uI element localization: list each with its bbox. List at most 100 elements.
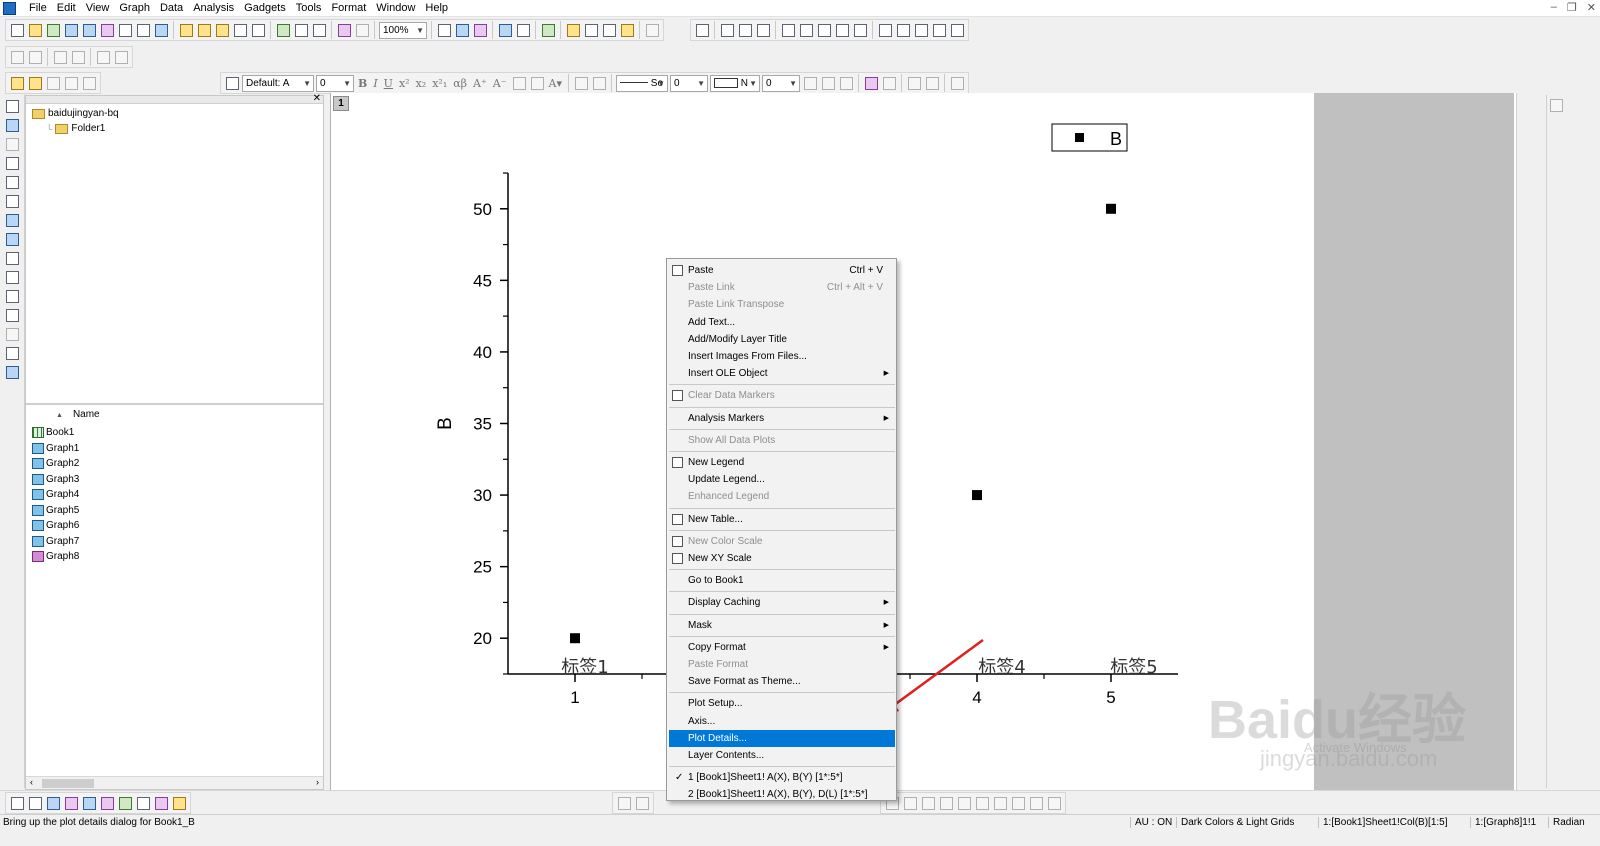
move-right-end-icon[interactable] (70, 49, 86, 65)
dock-toggle-icon[interactable] (1548, 97, 1564, 113)
add-layer-icon[interactable] (719, 22, 735, 38)
save-project-icon[interactable] (232, 22, 248, 38)
list-item-graph7[interactable]: Graph7 (32, 534, 79, 550)
import-wizard-icon[interactable] (275, 22, 291, 38)
new-table-icon[interactable] (949, 22, 965, 38)
list-item-graph2[interactable]: Graph2 (32, 456, 79, 472)
area-plot-icon[interactable] (117, 795, 133, 811)
supersub-button[interactable]: x²₁ (430, 77, 449, 90)
new-project-icon[interactable] (9, 22, 25, 38)
data-selector-icon[interactable] (4, 193, 20, 209)
column-plot-icon[interactable] (63, 795, 79, 811)
tree-root[interactable]: baidujingyan-bq (32, 108, 119, 119)
explorer-splitter[interactable] (26, 403, 323, 405)
zoom-combo[interactable]: 100% ▼ (379, 21, 427, 39)
rescale-icon[interactable] (694, 22, 710, 38)
list-item-graph4[interactable]: Graph4 (32, 487, 79, 503)
bring-front-icon[interactable] (956, 795, 972, 811)
send-back-icon[interactable] (974, 795, 990, 811)
menu-window[interactable]: Window (371, 2, 420, 15)
unmask-icon[interactable] (881, 75, 897, 91)
menu-graph[interactable]: Graph (114, 2, 155, 15)
mask-icon[interactable] (863, 75, 879, 91)
move-right-icon[interactable] (52, 49, 68, 65)
add-top-x-icon[interactable] (798, 22, 814, 38)
regional-data-selector-icon[interactable] (4, 231, 20, 247)
font-color-button[interactable]: A▾ (547, 77, 564, 90)
menu-item-2-book1-sheet1-a-x-b-y-d-l-1-5[interactable]: 2 [Book1]Sheet1! A(X), B(Y), D(L) [1*:5*… (669, 786, 895, 803)
rectangle-tool-icon[interactable] (4, 326, 20, 342)
fill-color-icon[interactable] (573, 75, 589, 91)
decrease-font-button[interactable]: A⁻ (491, 77, 509, 90)
insert-graph-icon[interactable] (4, 364, 20, 380)
script-window-icon[interactable] (583, 22, 599, 38)
menu-item-plot-details[interactable]: Plot Details... (669, 729, 895, 747)
list-item-graph1[interactable]: Graph1 (32, 441, 79, 457)
print-icon[interactable] (436, 22, 452, 38)
set-as-z-icon[interactable] (63, 75, 79, 91)
add-bottom-x-icon[interactable] (780, 22, 796, 38)
zoom-in-icon[interactable] (4, 117, 20, 133)
align-top-icon[interactable] (920, 795, 936, 811)
menu-view[interactable]: View (81, 2, 115, 15)
same-height-icon[interactable] (1046, 795, 1062, 811)
project-explorer-icon[interactable] (540, 22, 556, 38)
menu-item-plot-setup[interactable]: Plot Setup... (669, 695, 895, 712)
open-icon[interactable] (178, 22, 194, 38)
import-single-ascii-icon[interactable] (293, 22, 309, 38)
menu-help[interactable]: Help (420, 2, 453, 15)
new-folder-icon[interactable] (27, 22, 43, 38)
line-symbol-plot-icon[interactable] (45, 795, 61, 811)
merge-graph-icon[interactable] (737, 22, 753, 38)
list-item-graph3[interactable]: Graph3 (32, 472, 79, 488)
font-size-combo[interactable]: 0 ▼ (316, 74, 354, 92)
menu-item-copy-format[interactable]: Copy Format ▶ (669, 639, 895, 656)
menu-item-paste[interactable]: Paste Ctrl + V (669, 262, 895, 279)
tree-folder1[interactable]: └ Folder1 (46, 123, 105, 134)
new-matrix-icon[interactable] (99, 22, 115, 38)
menu-item-insert-ole-object[interactable]: Insert OLE Object ▶ (669, 365, 895, 382)
3d-plot-icon[interactable] (81, 795, 97, 811)
minimize-icon[interactable]: – (1551, 1, 1557, 14)
same-width-icon[interactable] (1028, 795, 1044, 811)
save-template-icon[interactable] (250, 22, 266, 38)
font-combo[interactable]: Default: A ▼ (242, 74, 314, 92)
menu-item-display-caching[interactable]: Display Caching ▶ (669, 594, 895, 611)
explorer-hscrollbar[interactable]: ‹ › (26, 776, 323, 789)
borders-icon[interactable] (820, 75, 836, 91)
new-graph-icon[interactable] (81, 22, 97, 38)
template-library-icon[interactable] (171, 795, 187, 811)
set-as-y-icon[interactable] (45, 75, 61, 91)
contour-plot-icon[interactable] (135, 795, 151, 811)
table-grid-icon[interactable] (838, 75, 854, 91)
refresh-icon[interactable] (454, 22, 470, 38)
menu-edit[interactable]: Edit (52, 2, 81, 15)
explorer-close-icon[interactable]: ✕ (313, 93, 321, 104)
move-left-end-icon[interactable] (113, 49, 129, 65)
menu-item-add-text[interactable]: Add Text... (669, 314, 895, 331)
color-icon[interactable] (472, 22, 488, 38)
menu-item-axis[interactable]: Axis... (669, 713, 895, 730)
align-down-icon[interactable] (27, 49, 43, 65)
date-time-icon[interactable] (931, 22, 947, 38)
restore-icon[interactable]: ❐ (1567, 1, 1577, 14)
color-scale-icon[interactable] (913, 22, 929, 38)
close-icon[interactable]: ✕ (1587, 1, 1596, 14)
line-width-combo[interactable]: 0 ▼ (670, 74, 708, 92)
draw-data-icon[interactable] (4, 212, 20, 228)
set-as-x-icon[interactable] (27, 75, 43, 91)
screen-reader-icon[interactable] (4, 155, 20, 171)
scroll-right-icon[interactable]: › (316, 777, 319, 787)
open-template-icon[interactable] (196, 22, 212, 38)
font-icon[interactable] (224, 75, 240, 91)
code-builder-icon[interactable] (497, 22, 513, 38)
lock-icon[interactable] (949, 75, 965, 91)
fill-pattern-combo[interactable]: N ▼ (710, 74, 760, 92)
open-excel-icon[interactable] (214, 22, 230, 38)
menu-item-update-legend[interactable]: Update Legend... (669, 471, 895, 488)
scroll-left-icon[interactable]: ‹ (30, 777, 33, 787)
list-item-book1[interactable]: Book1 (32, 425, 79, 441)
menu-tools[interactable]: Tools (291, 2, 327, 15)
menu-item-add-modify-layer-title[interactable]: Add/Modify Layer Title (669, 331, 895, 348)
menu-item-mask[interactable]: Mask ▶ (669, 617, 895, 634)
